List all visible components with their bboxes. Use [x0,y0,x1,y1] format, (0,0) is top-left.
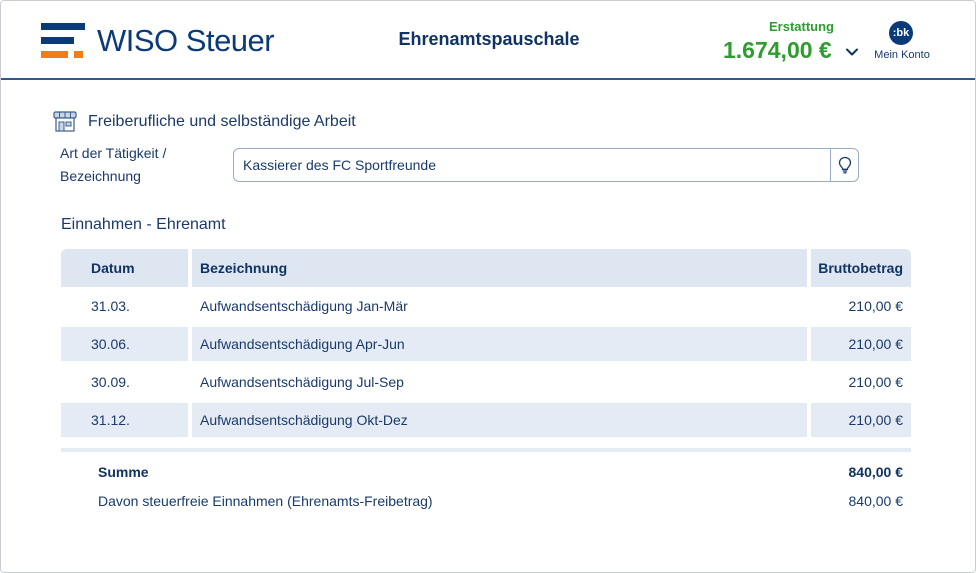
activity-field-label-line1: Art der Tätigkeit / [60,145,167,161]
wiso-logo-mark-icon [41,22,85,60]
page-title: Ehrenamtspauschale [398,29,580,49]
table-header: Datum Bezeichnung Bruttobetrag [61,249,911,287]
activity-field-label-line2: Bezeichnung [60,168,141,184]
refund-widget[interactable]: Erstattung 1.674,00 € [701,17,861,69]
app-window: WISO Steuer Ehrenamtspauschale Erstattun… [0,0,976,573]
table-row[interactable]: 31.03. Aufwandsentschädigung Jan-Mär 210… [61,287,911,325]
row-amount: 210,00 € [848,374,904,390]
refund-label: Erstattung [769,19,834,34]
tax-free-label: Davon steuerfreie Einnahmen (Ehrenamts-F… [98,493,433,509]
column-header-amount[interactable]: Bruttobetrag [811,249,911,287]
lightbulb-icon [838,156,851,174]
activity-input-value[interactable]: Kassierer des FC Sportfreunde [234,157,830,173]
column-header-description[interactable]: Bezeichnung [192,249,807,287]
table-row[interactable]: 31.12. Aufwandsentschädigung Okt-Dez 210… [61,401,911,439]
table-row[interactable]: 30.09. Aufwandsentschädigung Jul-Sep 210… [61,363,911,401]
row-date: 31.12. [61,403,188,437]
row-date: 31.03. [91,298,130,314]
account-label: Mein Konto [874,49,930,61]
refund-amount: 1.674,00 € [723,37,832,63]
row-amount: 210,00 € [811,327,911,361]
row-amount: 210,00 € [848,298,904,314]
sum-value: 840,00 € [848,464,904,480]
shop-icon [53,111,77,132]
column-header-date[interactable]: Datum [61,249,188,287]
avatar: :bk [889,21,913,45]
table-body: 31.03. Aufwandsentschädigung Jan-Mär 210… [61,287,911,439]
chevron-down-icon[interactable] [845,45,859,59]
row-date: 30.09. [91,374,130,390]
header: WISO Steuer Ehrenamtspauschale Erstattun… [1,1,975,80]
logo-text: WISO Steuer [97,23,275,58]
row-description: Aufwandsentschädigung Apr-Jun [192,327,807,361]
row-description: Aufwandsentschädigung Okt-Dez [192,403,807,437]
hint-button[interactable] [830,149,858,181]
account-button[interactable]: :bk Mein Konto [867,19,937,67]
table-row[interactable]: 30.06. Aufwandsentschädigung Apr-Jun 210… [61,325,911,363]
tax-free-value: 840,00 € [848,493,904,509]
section-header: Freiberufliche und selbständige Arbeit [53,111,356,133]
income-table: Datum Bezeichnung Bruttobetrag 31.03. Au… [61,249,911,439]
row-description: Aufwandsentschädigung Jul-Sep [200,374,404,390]
row-date: 30.06. [61,327,188,361]
income-table-title: Einnahmen - Ehrenamt [61,216,226,233]
activity-input[interactable]: Kassierer des FC Sportfreunde [233,148,859,182]
row-amount: 210,00 € [811,403,911,437]
sum-label: Summe [98,464,149,480]
wiso-logo[interactable]: WISO Steuer [41,21,281,61]
row-description: Aufwandsentschädigung Jan-Mär [200,298,408,314]
activity-field-label: Art der Tätigkeit / Bezeichnung [60,142,166,188]
table-divider [61,448,911,452]
section-title: Freiberufliche und selbständige Arbeit [88,113,356,130]
